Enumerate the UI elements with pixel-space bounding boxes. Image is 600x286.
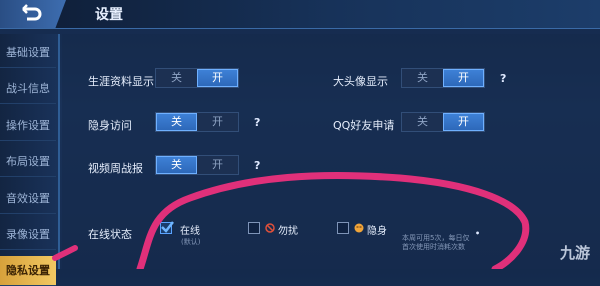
watermark-logo: 九游 <box>559 244 590 262</box>
annotation-stroke <box>52 171 530 269</box>
